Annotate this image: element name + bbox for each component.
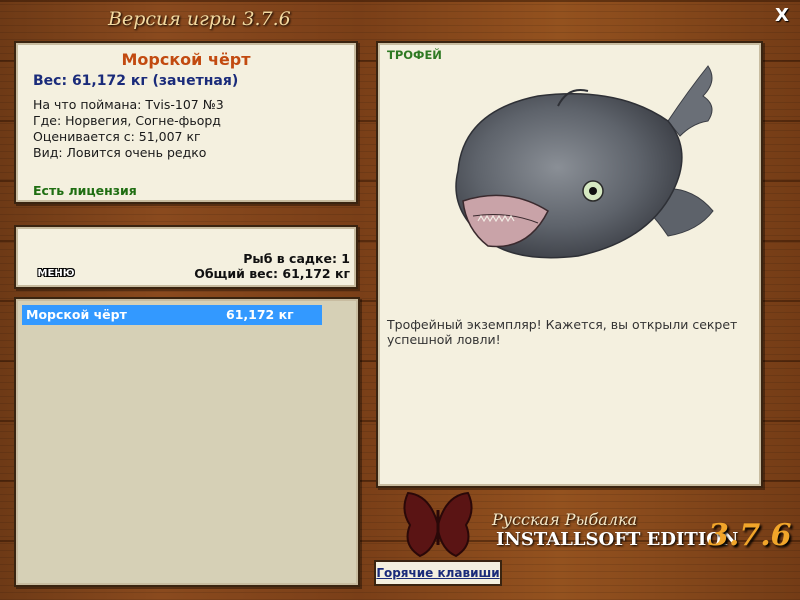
list-item-name: Морской чёрт [26,307,127,322]
menu-button[interactable]: МЕНЮ [34,267,78,281]
fish-name: Морской чёрт [121,50,251,69]
game-logo: Русская Рыбалка INSTALLSOFT EDITION 3.7.… [400,490,795,560]
logo-version: 3.7.6 [708,518,792,553]
list-item-weight: 61,172 кг [226,307,294,322]
fish-count: Рыб в садке: 1 [243,251,350,266]
trophy-description: Трофейный экземпляр! Кажется, вы открыли… [387,317,738,347]
valuation-info: Оценивается с: 51,007 кг [33,129,201,144]
total-weight: Общий вес: 61,172 кг [194,266,350,281]
close-icon[interactable]: X [772,6,792,26]
rarity-info: Вид: Ловится очень редко [33,145,207,160]
logo-title: Русская Рыбалка [492,510,638,529]
location-info: Где: Норвегия, Согне-фьорд [33,113,221,128]
list-item[interactable]: Морской чёрт 61,172 кг [22,305,322,325]
fish-info-panel: Морской чёрт Вес: 61,172 кг (зачетная) Н… [14,41,358,204]
butterfly-icon [403,491,473,558]
anglerfish-image [455,65,714,259]
window-title: Версия игры 3.7.6 [108,8,291,30]
trophy-panel: ТРОФЕЙ Трофейный экземпляр! Кажется, вы … [376,41,763,488]
hotkeys-button[interactable]: Горячие клавиши [374,560,502,586]
license-status: Есть лицензия [33,183,137,198]
catch-list: Морской чёрт 61,172 кг [14,297,360,587]
keepnet-stats-panel: МЕНЮ Рыб в садке: 1 Общий вес: 61,172 кг [14,225,358,289]
logo-edition: INSTALLSOFT EDITION [496,529,739,550]
fish-weight: Вес: 61,172 кг (зачетная) [33,73,239,89]
bait-info: На что поймана: Tvis-107 №3 [33,97,224,112]
